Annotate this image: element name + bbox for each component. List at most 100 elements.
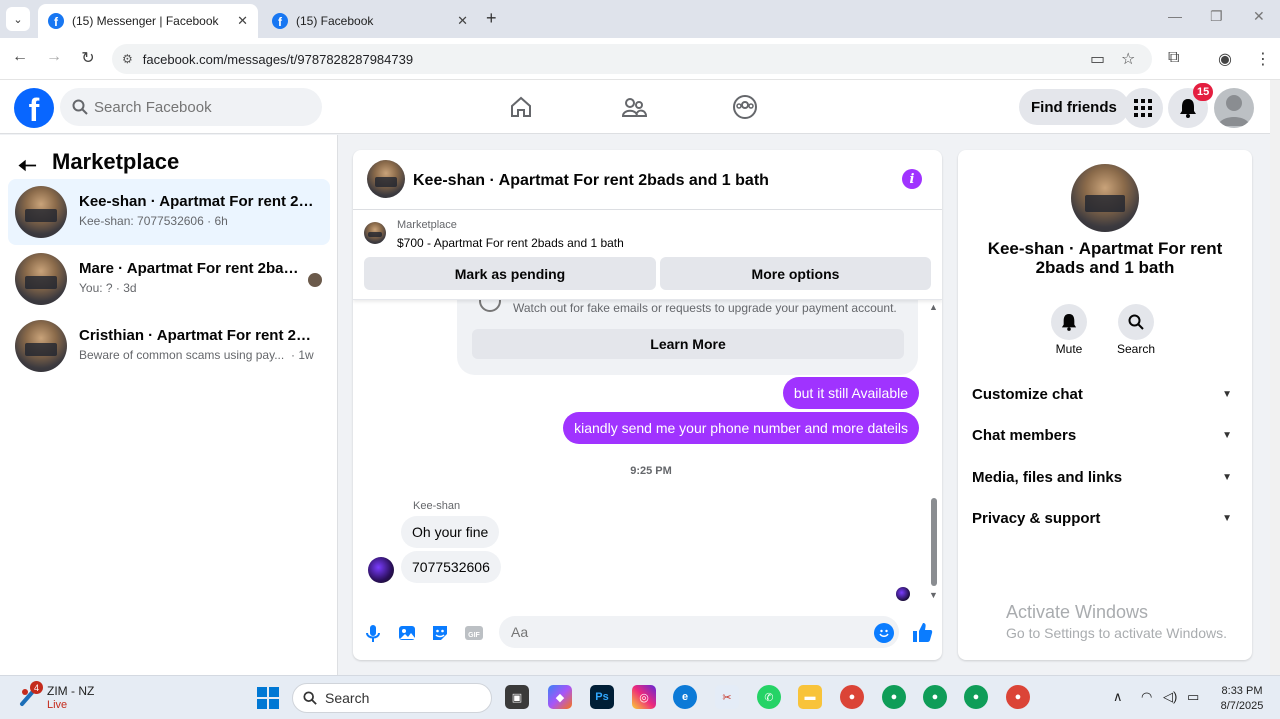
search-icon (72, 99, 88, 115)
message-list[interactable]: Watch out for fake emails or requests to… (353, 300, 942, 605)
section-customize-chat[interactable]: Customize chat ▼ (972, 379, 1238, 409)
extensions-icon[interactable]: ⧉ (1168, 49, 1179, 67)
menu-grid-button[interactable] (1123, 88, 1163, 128)
account-avatar[interactable] (1214, 88, 1254, 128)
photo-icon[interactable] (397, 623, 417, 643)
taskbar-search-label: Search (325, 690, 370, 706)
chrome-profile-icon[interactable]: ● (882, 685, 906, 709)
outgoing-message[interactable]: but it still Available (782, 377, 919, 409)
outgoing-message[interactable]: kiandly send me your phone number and mo… (563, 412, 919, 444)
chat-avatar[interactable] (367, 160, 405, 198)
widget-subtitle: Live (47, 699, 68, 711)
conversation-preview: You: ? · 3d (79, 281, 137, 295)
close-tab-icon[interactable]: ✕ (237, 13, 248, 29)
facebook-logo[interactable]: f (14, 88, 54, 128)
wifi-icon[interactable]: ◠ (1141, 689, 1152, 705)
chat-info-panel: Kee-shan · Apartmat For rent 2bads and 1… (958, 150, 1252, 660)
search-conversation-button[interactable] (1118, 304, 1154, 340)
chrome-profile-icon[interactable]: ● (923, 685, 947, 709)
chrome-icon[interactable]: ● (840, 685, 864, 709)
section-privacy-support[interactable]: Privacy & support ▼ (972, 503, 1238, 533)
emoji-icon[interactable] (874, 623, 894, 643)
url-bar[interactable]: ⚙ facebook.com/messages/t/97878282879847… (112, 44, 1152, 74)
info-icon[interactable]: i (902, 169, 922, 189)
incoming-message[interactable]: Oh your fine (401, 516, 500, 548)
scroll-up-icon[interactable]: ▲ (929, 302, 938, 312)
more-options-button[interactable]: More options (660, 257, 931, 290)
back-icon[interactable]: ← (9, 48, 31, 66)
shield-icon (479, 300, 501, 312)
photoshop-icon[interactable]: Ps (590, 685, 614, 709)
edge-icon[interactable]: e (673, 685, 697, 709)
gif-icon[interactable]: GIF (464, 623, 484, 643)
chrome-profile-icon[interactable]: ● (964, 685, 988, 709)
sender-avatar[interactable] (368, 557, 394, 583)
mute-button[interactable] (1051, 304, 1087, 340)
task-view-icon[interactable]: ▣ (505, 685, 529, 709)
install-app-icon[interactable]: ▭ (1090, 49, 1105, 69)
groups-icon[interactable] (732, 94, 758, 120)
message-input[interactable] (511, 624, 851, 640)
whatsapp-icon[interactable]: ✆ (757, 685, 781, 709)
tab-search-button[interactable]: ⌄ (6, 7, 30, 31)
conversation-item-mare[interactable]: Mare · Apartmat For rent 2bads ... You: … (8, 246, 330, 312)
mark-as-pending-button[interactable]: Mark as pending (364, 257, 656, 290)
chat-title[interactable]: Kee-shan · Apartmat For rent 2bads and 1… (413, 172, 769, 190)
show-hidden-icons-icon[interactable]: ∧ (1113, 689, 1123, 705)
message-scrollbar[interactable]: ▲ ▼ (929, 300, 939, 605)
copilot-icon[interactable]: ◆ (548, 685, 572, 709)
browser-menu-icon[interactable]: ⋮ (1255, 49, 1271, 69)
volume-icon[interactable]: ◁) (1163, 689, 1177, 705)
page-scrollbar[interactable] (1270, 80, 1280, 675)
search-label: Search (1116, 342, 1156, 356)
restore-icon[interactable]: ❐ (1210, 8, 1223, 25)
home-icon[interactable] (508, 94, 534, 120)
facebook-search[interactable] (60, 88, 322, 126)
scroll-down-icon[interactable]: ▼ (929, 590, 938, 600)
close-tab-icon[interactable]: ✕ (457, 13, 468, 29)
listing-thumbnail (15, 320, 67, 372)
tab-messenger[interactable]: f (15) Messenger | Facebook ✕ (38, 4, 258, 38)
message-input-box[interactable] (499, 616, 899, 648)
profile-icon[interactable]: ◉ (1218, 49, 1232, 69)
windows-taskbar: 4 ZIM - NZ Live Search ▣ ◆ Ps ◎ e ✂ ✆ ▬ … (0, 675, 1280, 719)
chrome-profile-icon[interactable]: ● (1006, 685, 1030, 709)
new-tab-button[interactable]: + (486, 8, 497, 29)
battery-icon[interactable]: ▭ (1187, 689, 1199, 705)
listing-title[interactable]: $700 - Apartmat For rent 2bads and 1 bat… (397, 236, 624, 250)
instagram-icon[interactable]: ◎ (632, 685, 656, 709)
conversation-item-kee-shan[interactable]: Kee-shan · Apartmat For rent 2bad... Kee… (8, 179, 330, 245)
snipping-tool-icon[interactable]: ✂ (715, 685, 739, 709)
forward-icon[interactable]: → (43, 48, 65, 66)
tab-facebook[interactable]: f (15) Facebook ✕ (262, 4, 478, 38)
site-info-icon[interactable]: ⚙ (122, 52, 133, 66)
conversation-time: · 1w (291, 348, 314, 362)
taskbar-search[interactable]: Search (292, 683, 492, 713)
microphone-icon[interactable] (363, 623, 383, 643)
minimize-icon[interactable]: — (1168, 8, 1182, 24)
learn-more-button[interactable]: Learn More (472, 329, 904, 359)
seen-receipt-avatar (896, 587, 910, 601)
friends-icon[interactable] (621, 94, 647, 120)
find-friends-button[interactable]: Find friends (1019, 89, 1129, 125)
contact-avatar[interactable] (1071, 164, 1139, 232)
smiley-icon (879, 629, 889, 637)
facebook-top-nav: f Find friends 15 (0, 80, 1270, 134)
window-close-icon[interactable]: ✕ (1253, 8, 1265, 25)
bookmark-star-icon[interactable]: ☆ (1121, 49, 1135, 69)
reload-icon[interactable]: ↻ (77, 48, 99, 68)
incoming-message[interactable]: 7077532606 (401, 551, 501, 583)
conversation-item-cristhian[interactable]: Cristhian · Apartmat For rent 2bad... Be… (8, 313, 330, 379)
section-label: Customize chat (972, 385, 1083, 403)
sticker-icon[interactable] (430, 623, 450, 643)
widget-title[interactable]: ZIM - NZ (47, 684, 94, 698)
watermark-title: Activate Windows (1006, 602, 1149, 622)
thumbs-up-icon[interactable] (911, 621, 933, 643)
system-clock[interactable]: 8:33 PM 8/7/2025 (1212, 684, 1272, 714)
section-media-files-links[interactable]: Media, files and links ▼ (972, 462, 1238, 492)
search-input[interactable] (94, 98, 294, 116)
scroll-thumb[interactable] (931, 498, 937, 586)
file-explorer-icon[interactable]: ▬ (798, 685, 822, 709)
windows-start-icon[interactable] (257, 687, 279, 709)
section-chat-members[interactable]: Chat members ▼ (972, 420, 1238, 450)
